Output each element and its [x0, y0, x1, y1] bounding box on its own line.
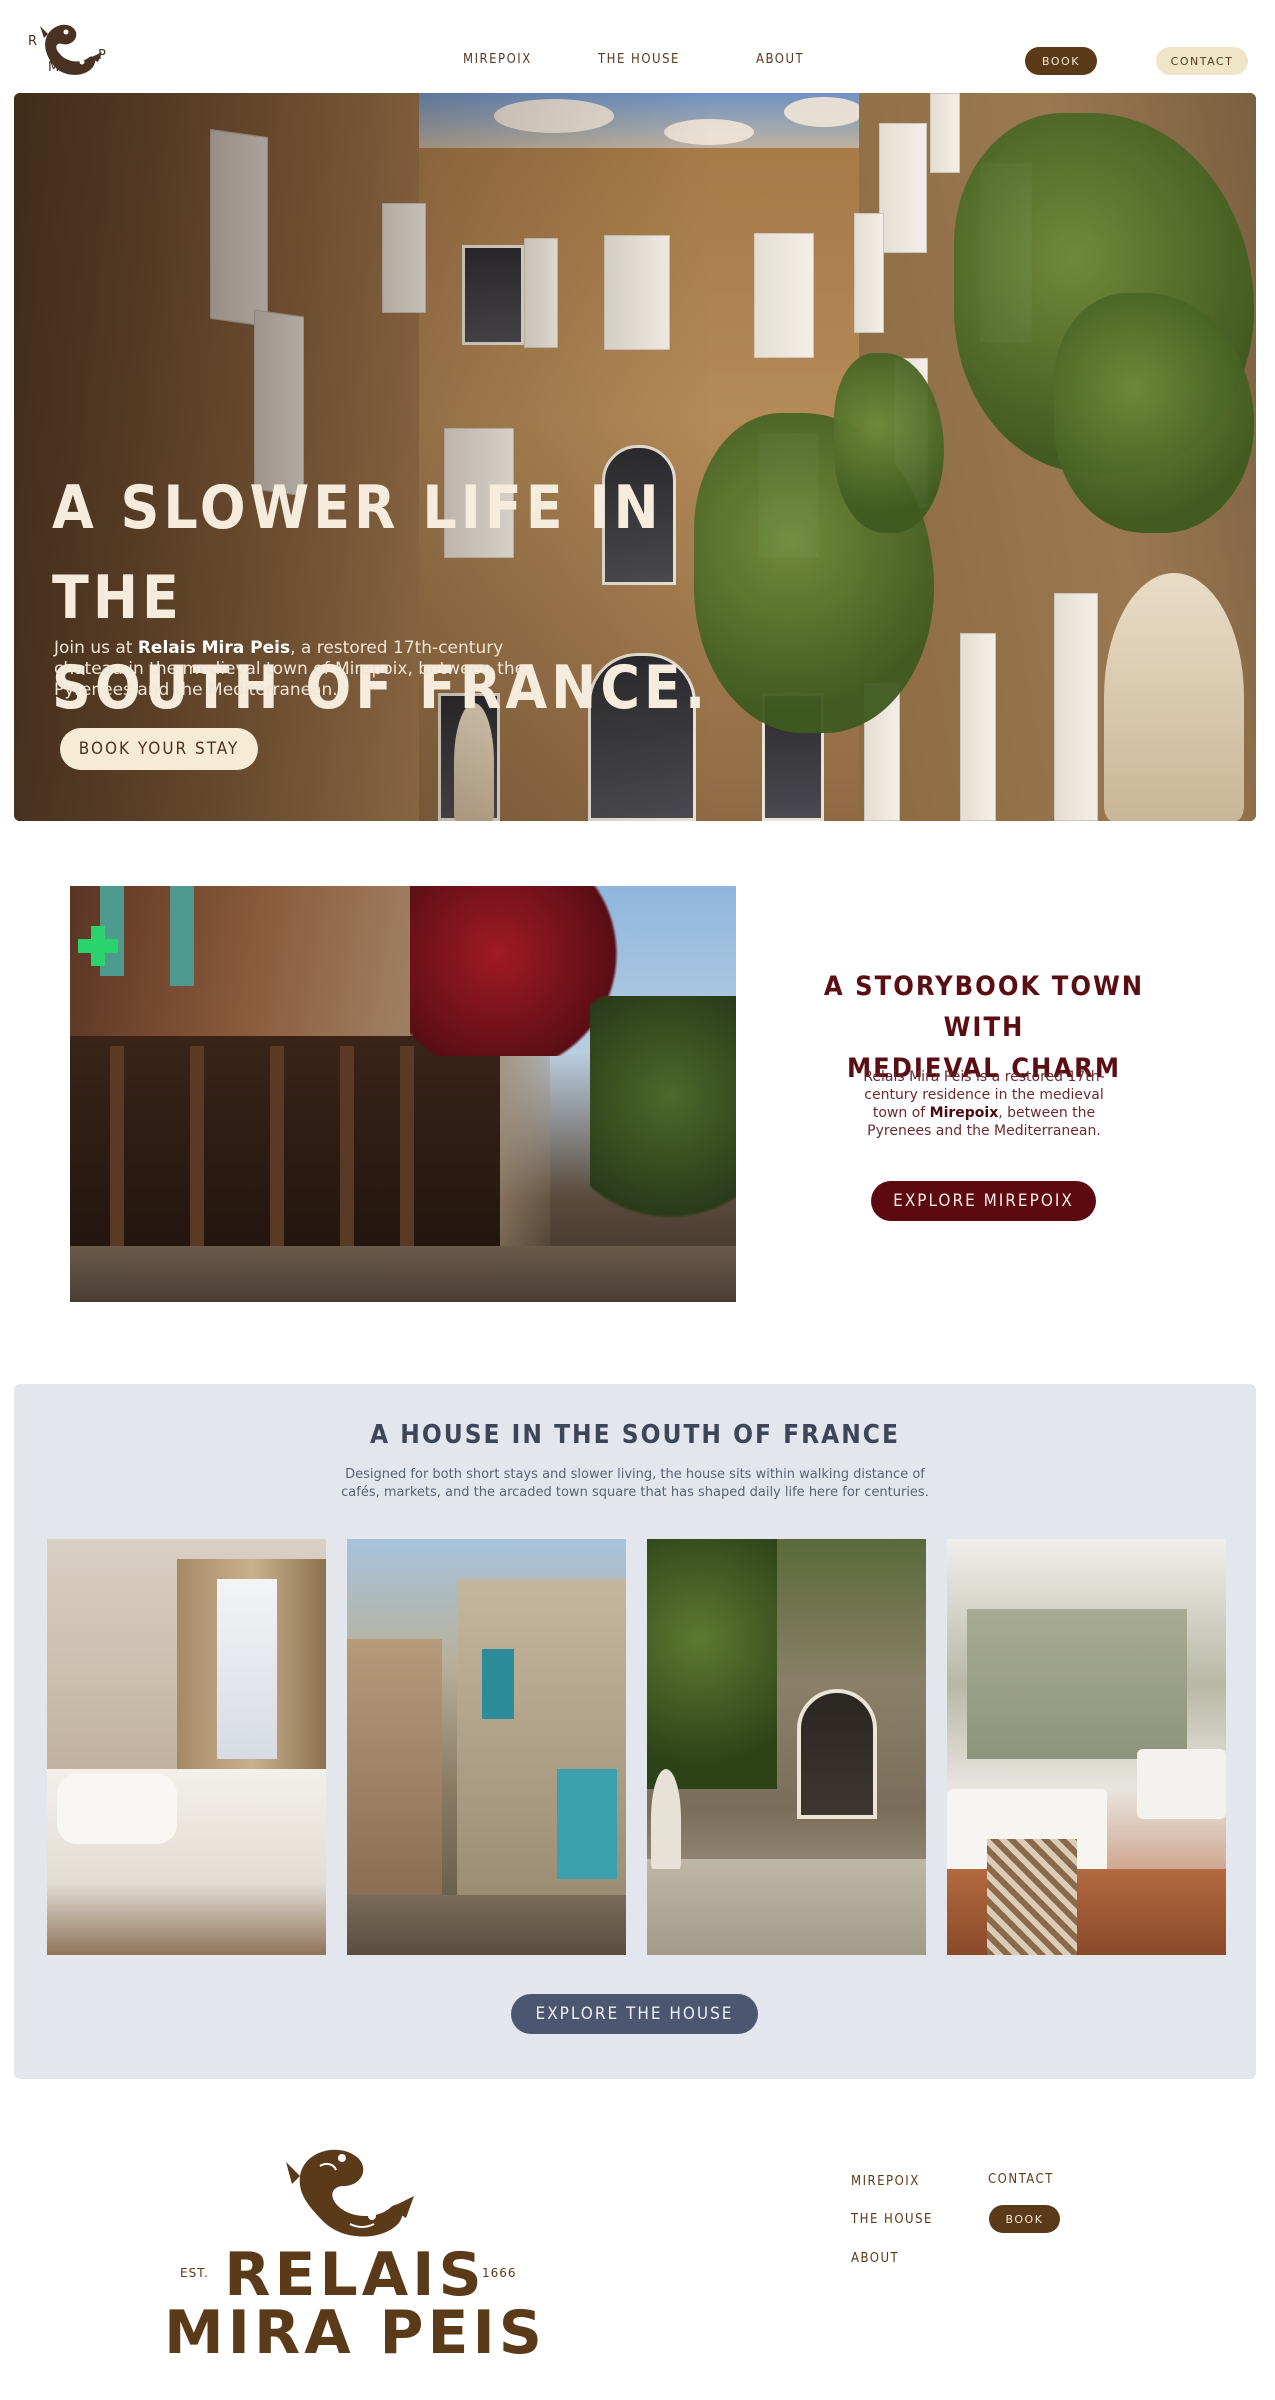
established-year: 1666: [482, 2266, 517, 2280]
courtyard-umbrella: [651, 1769, 681, 1869]
house-photo-bedroom: [47, 1539, 326, 1955]
footer-nav-mirepoix[interactable]: MIREPOIX: [851, 2174, 920, 2189]
hero-shutter: [960, 633, 996, 821]
mirepoix-town-image: [70, 886, 736, 1302]
bedroom-window: [217, 1579, 277, 1759]
dining-wall: [967, 1609, 1187, 1759]
hero-shutter: [754, 233, 814, 358]
hero-subtitle-pre: Join us at: [54, 638, 138, 658]
book-button[interactable]: BOOK: [1025, 47, 1097, 75]
hero-subtitle: Join us at Relais Mira Peis, a restored …: [54, 638, 574, 701]
footer-nav-the-house[interactable]: THE HOUSE: [851, 2212, 933, 2227]
explore-the-house-button[interactable]: EXPLORE THE HOUSE: [511, 1994, 758, 2034]
house-photo-dining: [947, 1539, 1226, 1955]
storybook-body: Relais Mira Peis is a restored 17th-cent…: [858, 1068, 1110, 1140]
town-square-ground: [70, 1246, 736, 1302]
street-cobbles: [347, 1895, 626, 1955]
hero-subtitle-brand: Relais Mira Peis: [137, 638, 291, 658]
hero-shutter: [879, 123, 927, 253]
hero-section: A SLOWER LIFE IN THE SOUTH OF FRANCE. Jo…: [14, 93, 1256, 821]
book-your-stay-button[interactable]: BOOK YOUR STAY: [60, 728, 258, 770]
house-photo-street: [347, 1539, 626, 1955]
pharmacy-cross-icon: [78, 926, 118, 966]
site-header: R M P MIREPOIX THE HOUSE ABOUT BOOK CONT…: [0, 0, 1275, 92]
street-teal-shutter: [482, 1649, 514, 1719]
courtyard-door: [797, 1689, 877, 1819]
bedroom-pillow: [57, 1774, 177, 1844]
hero-umbrella: [1104, 573, 1244, 821]
house-photo-courtyard: [647, 1539, 926, 1955]
logo-letter-r: R: [28, 34, 38, 49]
storybook-body-town: Mirepoix: [929, 1105, 999, 1121]
hero-shutter: [930, 93, 960, 173]
town-shutter: [170, 886, 194, 986]
house-title: A HOUSE IN THE SOUTH OF FRANCE: [370, 1420, 900, 1450]
footer-nav-contact[interactable]: CONTACT: [988, 2172, 1054, 2187]
established-label: EST.: [180, 2266, 209, 2280]
koi-fish-logo-icon: [286, 2149, 414, 2237]
contact-button[interactable]: CONTACT: [1156, 47, 1248, 75]
nav-the-house[interactable]: THE HOUSE: [598, 52, 680, 67]
explore-mirepoix-button[interactable]: EXPLORE MIREPOIX: [871, 1181, 1096, 1221]
dining-table: [1137, 1749, 1226, 1819]
hero-cloud: [784, 97, 864, 127]
courtyard-gravel: [647, 1859, 926, 1955]
dining-chair: [987, 1839, 1077, 1955]
hero-shutter: [1054, 593, 1098, 821]
hero-shutter: [854, 213, 884, 333]
street-teal-shutter: [557, 1769, 617, 1879]
brand-name-line2: MIRA PEIS: [163, 2298, 547, 2368]
town-tree-green: [590, 996, 736, 1246]
house-body: Designed for both short stays and slower…: [341, 1467, 929, 1500]
courtyard-ivy: [647, 1539, 777, 1789]
storybook-title-line1: A STORYBOOK TOWN WITH: [823, 971, 1145, 1043]
nav-mirepoix[interactable]: MIREPOIX: [463, 52, 532, 67]
street-tower: [347, 1639, 442, 1899]
logo-letter-p: P: [98, 48, 106, 63]
footer-book-button[interactable]: BOOK: [989, 2205, 1060, 2233]
logo[interactable]: R M P: [26, 18, 112, 82]
hero-title-line1: A SLOWER LIFE IN THE: [52, 473, 663, 633]
nav-about[interactable]: ABOUT: [756, 52, 804, 67]
logo-letter-m: M: [48, 60, 60, 75]
footer-nav-about[interactable]: ABOUT: [851, 2251, 899, 2266]
house-section: A HOUSE IN THE SOUTH OF FRANCE Designed …: [14, 1384, 1256, 2079]
footer-logo[interactable]: RELAIS MIRA PEIS: [160, 2130, 550, 2370]
